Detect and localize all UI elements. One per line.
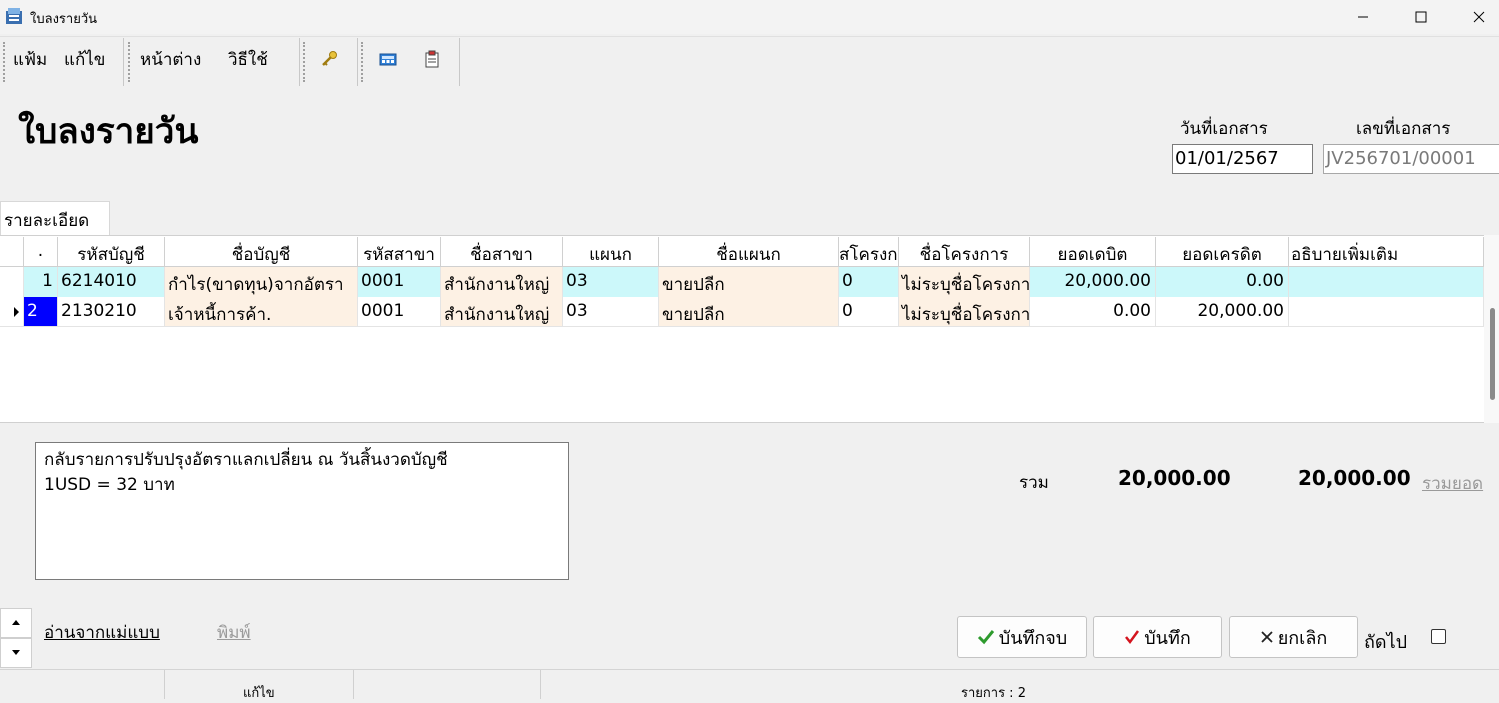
row-branch-code[interactable]: 0001 [358, 297, 441, 327]
row-debit[interactable]: 20,000.00 [1030, 267, 1156, 297]
title-bar [0, 0, 1499, 34]
doc-number-label: เลขที่เอกสาร [1356, 119, 1451, 139]
row-account-name[interactable]: กำไร(ขาดทุน)จากอัตรา [165, 267, 358, 297]
menu-help[interactable]: วิธีใช้ [228, 46, 268, 73]
row-indicator[interactable] [0, 297, 24, 327]
minimize-button[interactable] [1340, 0, 1386, 34]
row-branch-name[interactable]: สำนักงานใหญ่ [441, 297, 563, 327]
row-note[interactable] [1289, 297, 1484, 327]
status-divider [540, 670, 541, 699]
next-checkbox[interactable] [1431, 629, 1446, 644]
header-branch-code[interactable]: รหัสสาขา [358, 237, 441, 267]
header-account-code[interactable]: รหัสบัญชี [58, 237, 165, 267]
row-branch-code[interactable]: 0001 [358, 267, 441, 297]
row-dept[interactable]: 03 [563, 297, 659, 327]
row-dept-name[interactable]: ขายปลีก [659, 297, 839, 327]
total-credit: 20,000.00 [1298, 466, 1411, 490]
menu-edit[interactable]: แก้ไข [64, 46, 105, 73]
check-green-icon [977, 630, 994, 645]
row-project-code[interactable]: 0 [839, 267, 899, 297]
header-indicator [0, 237, 24, 267]
row-divider [0, 326, 1484, 327]
save-label: บันทึก [1144, 627, 1191, 649]
row-account-name[interactable]: เจ้าหนี้การค้า. [165, 297, 358, 327]
remark-textarea[interactable]: กลับรายการปรับปรุงอัตราแลกเปลี่ยน ณ วันส… [35, 442, 569, 580]
row-debit[interactable]: 0.00 [1030, 297, 1156, 327]
date-field[interactable]: 01/01/2567 [1172, 144, 1313, 174]
total-debit: 20,000.00 [1118, 466, 1231, 490]
status-divider [164, 670, 165, 699]
load-template-link[interactable]: อ่านจากแม่แบบ [44, 619, 160, 646]
row-account-code[interactable]: 2130210 [58, 297, 165, 327]
save-close-button[interactable]: บันทึกจบ [957, 616, 1087, 658]
calculator-icon[interactable] [379, 50, 397, 68]
status-item-count: รายการ : 2 [961, 686, 1026, 701]
row-dept-name[interactable]: ขายปลีก [659, 267, 839, 297]
window-title: ใบลงรายวัน [30, 12, 97, 27]
header-branch-name[interactable]: ชื่อสาขา [441, 237, 563, 267]
cross-icon [1261, 631, 1273, 643]
caret-up-icon [12, 620, 20, 625]
grid-scroll-thumb[interactable] [1490, 308, 1495, 400]
doc-number-field[interactable]: JV256701/00001 [1323, 144, 1499, 174]
save-close-label: บันทึกจบ [998, 627, 1068, 649]
row-project-name[interactable]: ไม่ระบุชื่อโครงการ [899, 267, 1030, 297]
recalculate-total-link[interactable]: รวมยอด [1422, 470, 1483, 497]
header-credit[interactable]: ยอดเครดิต [1156, 237, 1289, 267]
print-link[interactable]: พิมพ์ [217, 619, 251, 646]
row-project-code[interactable]: 0 [839, 297, 899, 327]
row-credit[interactable]: 20,000.00 [1156, 297, 1289, 327]
header-project-name[interactable]: ชื่อโครงการ [899, 237, 1030, 267]
close-button[interactable] [1456, 0, 1499, 34]
row-project-name[interactable]: ไม่ระบุชื่อโครงการ [899, 297, 1030, 327]
row-note[interactable] [1289, 267, 1484, 297]
current-row-arrow-icon [14, 307, 19, 317]
tool-group [358, 38, 460, 86]
status-divider [353, 670, 354, 699]
header-dept[interactable]: แผนก [563, 237, 659, 267]
row-indicator[interactable] [0, 267, 24, 297]
page-title: ใบลงรายวัน [18, 112, 199, 152]
header-note[interactable]: อธิบายเพิ่มเติม [1289, 237, 1484, 267]
maximize-button[interactable] [1398, 0, 1444, 34]
header-project-code[interactable]: สโครงก [839, 237, 899, 267]
app-icon [5, 7, 23, 25]
total-label: รวม [1019, 473, 1049, 493]
row-seq-selected[interactable]: 2 [24, 297, 58, 327]
minimize-icon [1358, 16, 1368, 18]
next-label: ถัดไป [1364, 632, 1408, 653]
menu-file[interactable]: แฟ้ม [13, 46, 47, 73]
date-label: วันที่เอกสาร [1180, 119, 1268, 139]
header-account-name[interactable]: ชื่อบัญชี [165, 237, 358, 267]
move-up-button[interactable] [0, 608, 32, 638]
row-account-code[interactable]: 6214010 [58, 267, 165, 297]
check-red-icon [1125, 630, 1140, 645]
status-mode: แก้ไข [243, 686, 275, 701]
row-dept[interactable]: 03 [563, 267, 659, 297]
close-icon [1473, 11, 1485, 23]
clipboard-icon[interactable] [423, 50, 441, 68]
key-icon[interactable] [320, 50, 338, 68]
cancel-label: ยกเลิก [1277, 627, 1328, 649]
tab-detail[interactable]: รายละเอียด [0, 201, 110, 235]
row-branch-name[interactable]: สำนักงานใหญ่ [441, 267, 563, 297]
move-down-button[interactable] [0, 638, 32, 668]
row-credit[interactable]: 0.00 [1156, 267, 1289, 297]
maximize-icon [1415, 11, 1427, 23]
header-debit[interactable]: ยอดเดบิต [1030, 237, 1156, 267]
caret-down-icon [12, 650, 20, 655]
save-button[interactable]: บันทึก [1093, 616, 1222, 658]
header-seq[interactable]: . [24, 237, 58, 267]
header-dept-name[interactable]: ชื่อแผนก [659, 237, 839, 267]
cancel-button[interactable]: ยกเลิก [1229, 616, 1358, 658]
menu-window[interactable]: หน้าต่าง [140, 46, 201, 73]
status-bar [0, 669, 1499, 699]
row-seq: 1 [24, 267, 58, 297]
